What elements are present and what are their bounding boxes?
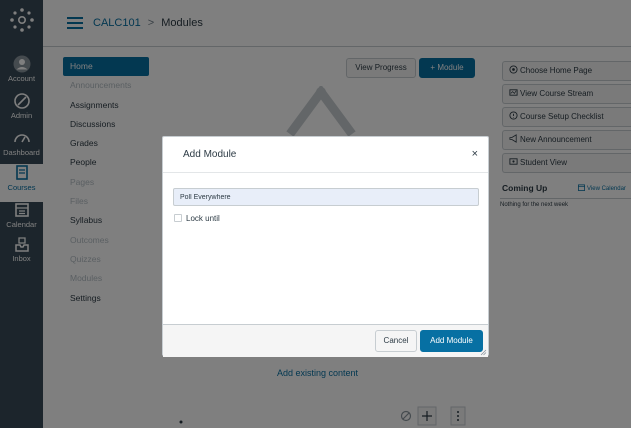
module-name-input[interactable] [173,188,479,206]
close-icon[interactable]: × [472,148,478,160]
lock-until-checkbox[interactable] [174,214,182,222]
resize-handle-icon[interactable] [480,349,487,356]
add-module-submit-button[interactable]: Add Module [420,330,483,352]
add-module-dialog: Add Module × Lock until Cancel Add Modul… [162,136,489,357]
lock-until-row: Lock until [174,214,220,223]
dialog-header: Add Module × [163,137,488,173]
lock-until-label: Lock until [186,214,220,223]
cancel-button[interactable]: Cancel [375,330,417,352]
dialog-footer: Cancel Add Module [163,324,488,357]
dialog-title: Add Module [183,149,237,160]
